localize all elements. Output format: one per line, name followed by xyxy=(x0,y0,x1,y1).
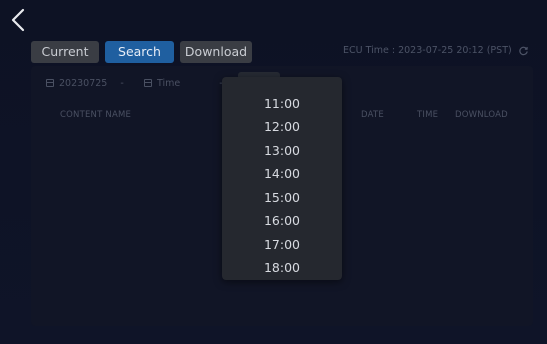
column-header-download[interactable]: DOWNLOAD xyxy=(455,110,508,120)
time-option[interactable]: 17:00 xyxy=(222,235,342,255)
time-option[interactable]: 15:00 xyxy=(222,188,342,208)
back-button[interactable] xyxy=(8,8,28,32)
tab-bar: Current Search Download xyxy=(31,41,252,63)
time-option[interactable]: 12:00 xyxy=(222,117,342,137)
date-filter-separator: - xyxy=(120,77,124,89)
ecu-time-label: ECU Time : 2023-07-25 20:12 (PST) xyxy=(343,45,512,56)
time-option[interactable]: 14:00 xyxy=(222,164,342,184)
time-filter[interactable]: Time - xyxy=(144,74,223,92)
time-option[interactable]: 16:00 xyxy=(222,211,342,231)
time-option[interactable]: 11:00 xyxy=(222,94,342,114)
refresh-icon xyxy=(519,46,528,56)
calendar-icon xyxy=(46,79,54,87)
time-filter-placeholder: Time xyxy=(157,77,181,89)
column-header-time[interactable]: TIME xyxy=(417,110,438,120)
time-dropdown[interactable]: 11:00 12:00 13:00 14:00 15:00 16:00 17:0… xyxy=(222,77,342,280)
tab-search[interactable]: Search xyxy=(105,41,174,63)
screen: Current Search Download ECU Time : 2023-… xyxy=(0,0,547,344)
tab-download[interactable]: Download xyxy=(180,41,252,63)
time-option[interactable]: 13:00 xyxy=(222,141,342,161)
chevron-left-icon xyxy=(11,8,25,32)
calendar-icon xyxy=(144,79,152,87)
column-header-content-name[interactable]: CONTENT NAME xyxy=(60,110,131,120)
date-filter[interactable]: 20230725 - xyxy=(46,74,124,92)
date-filter-value: 20230725 xyxy=(59,77,108,89)
refresh-button[interactable] xyxy=(518,45,529,56)
time-option[interactable]: 18:00 xyxy=(222,258,342,278)
column-header-date[interactable]: DATE xyxy=(361,110,384,120)
tab-current[interactable]: Current xyxy=(31,41,99,63)
